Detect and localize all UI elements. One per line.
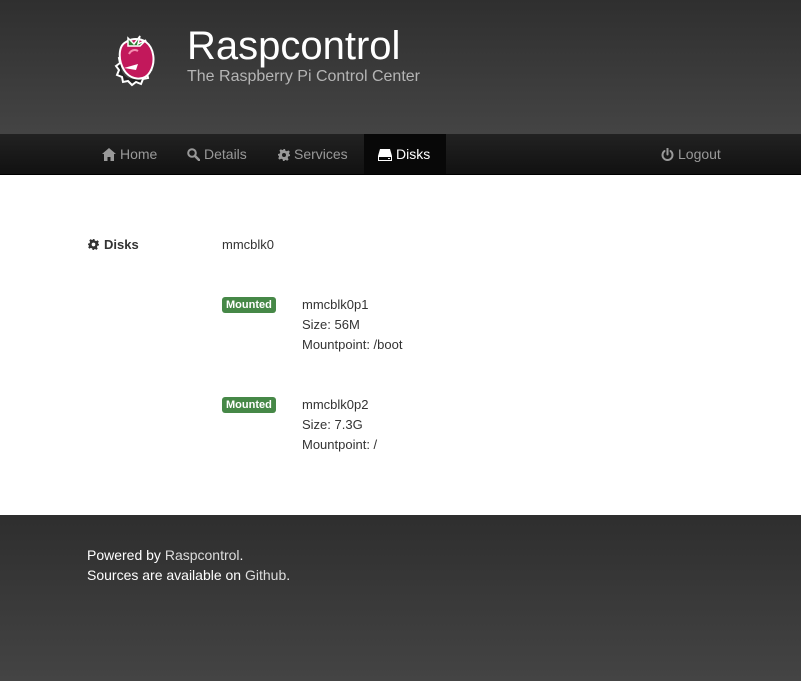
home-icon [102, 148, 116, 161]
main-content: Disks mmcblk0 Mounted mmcblk0p1 Size: 56… [0, 175, 801, 515]
partition-name: mmcblk0p2 [302, 397, 369, 412]
nav-disks-label: Disks [396, 146, 431, 162]
partition-mountpoint: Mountpoint: / [302, 437, 378, 452]
disks-section-label: Disks [88, 237, 139, 253]
footer-powered-by: Powered by Raspcontrol. [87, 545, 243, 565]
logout-label: Logout [678, 146, 721, 162]
footer-sources: Sources are available on Github. [87, 565, 290, 585]
raspberry-logo-icon[interactable] [104, 24, 164, 94]
gear-icon [278, 149, 290, 161]
power-icon [661, 147, 674, 161]
navbar: Home Details Services Disks Logout [0, 134, 801, 175]
hdd-icon [378, 149, 392, 161]
footer-sources-suffix: . [286, 567, 291, 583]
nav-details[interactable]: Details [173, 134, 261, 174]
footer-sources-prefix: Sources are available on [87, 567, 245, 583]
partition-size: Size: 7.3G [302, 417, 363, 432]
nav-details-label: Details [204, 146, 247, 162]
partition-name: mmcblk0p1 [302, 297, 369, 312]
site-subtitle: The Raspberry Pi Control Center [187, 68, 420, 85]
mounted-badge: Mounted [222, 397, 276, 413]
footer-powered-suffix: . [239, 547, 244, 563]
gear-icon [88, 239, 99, 250]
github-link[interactable]: Github [245, 567, 286, 583]
partition-info: mmcblk0p1 Size: 56M Mountpoint: /boot [302, 295, 402, 355]
search-icon [187, 148, 201, 162]
header: Raspcontrol The Raspberry Pi Control Cen… [0, 0, 801, 134]
footer: Powered by Raspcontrol. Sources are avai… [0, 515, 801, 681]
partition-size: Size: 56M [302, 317, 360, 332]
nav-services-label: Services [294, 146, 348, 162]
disk-name: mmcblk0 [222, 237, 275, 252]
disks-section-title: Disks [104, 237, 139, 252]
footer-powered-prefix: Powered by [87, 547, 165, 563]
mounted-badge: Mounted [222, 297, 276, 313]
nav-disks[interactable]: Disks [364, 134, 446, 174]
site-title[interactable]: Raspcontrol [187, 24, 400, 68]
partition-info: mmcblk0p2 Size: 7.3G Mountpoint: / [302, 395, 377, 455]
partition-mountpoint: Mountpoint: /boot [302, 337, 403, 352]
raspcontrol-link[interactable]: Raspcontrol [165, 547, 240, 563]
nav-services[interactable]: Services [264, 134, 362, 174]
logout-button[interactable]: Logout [647, 134, 735, 174]
nav-home[interactable]: Home [88, 134, 171, 174]
nav-home-label: Home [120, 146, 158, 162]
